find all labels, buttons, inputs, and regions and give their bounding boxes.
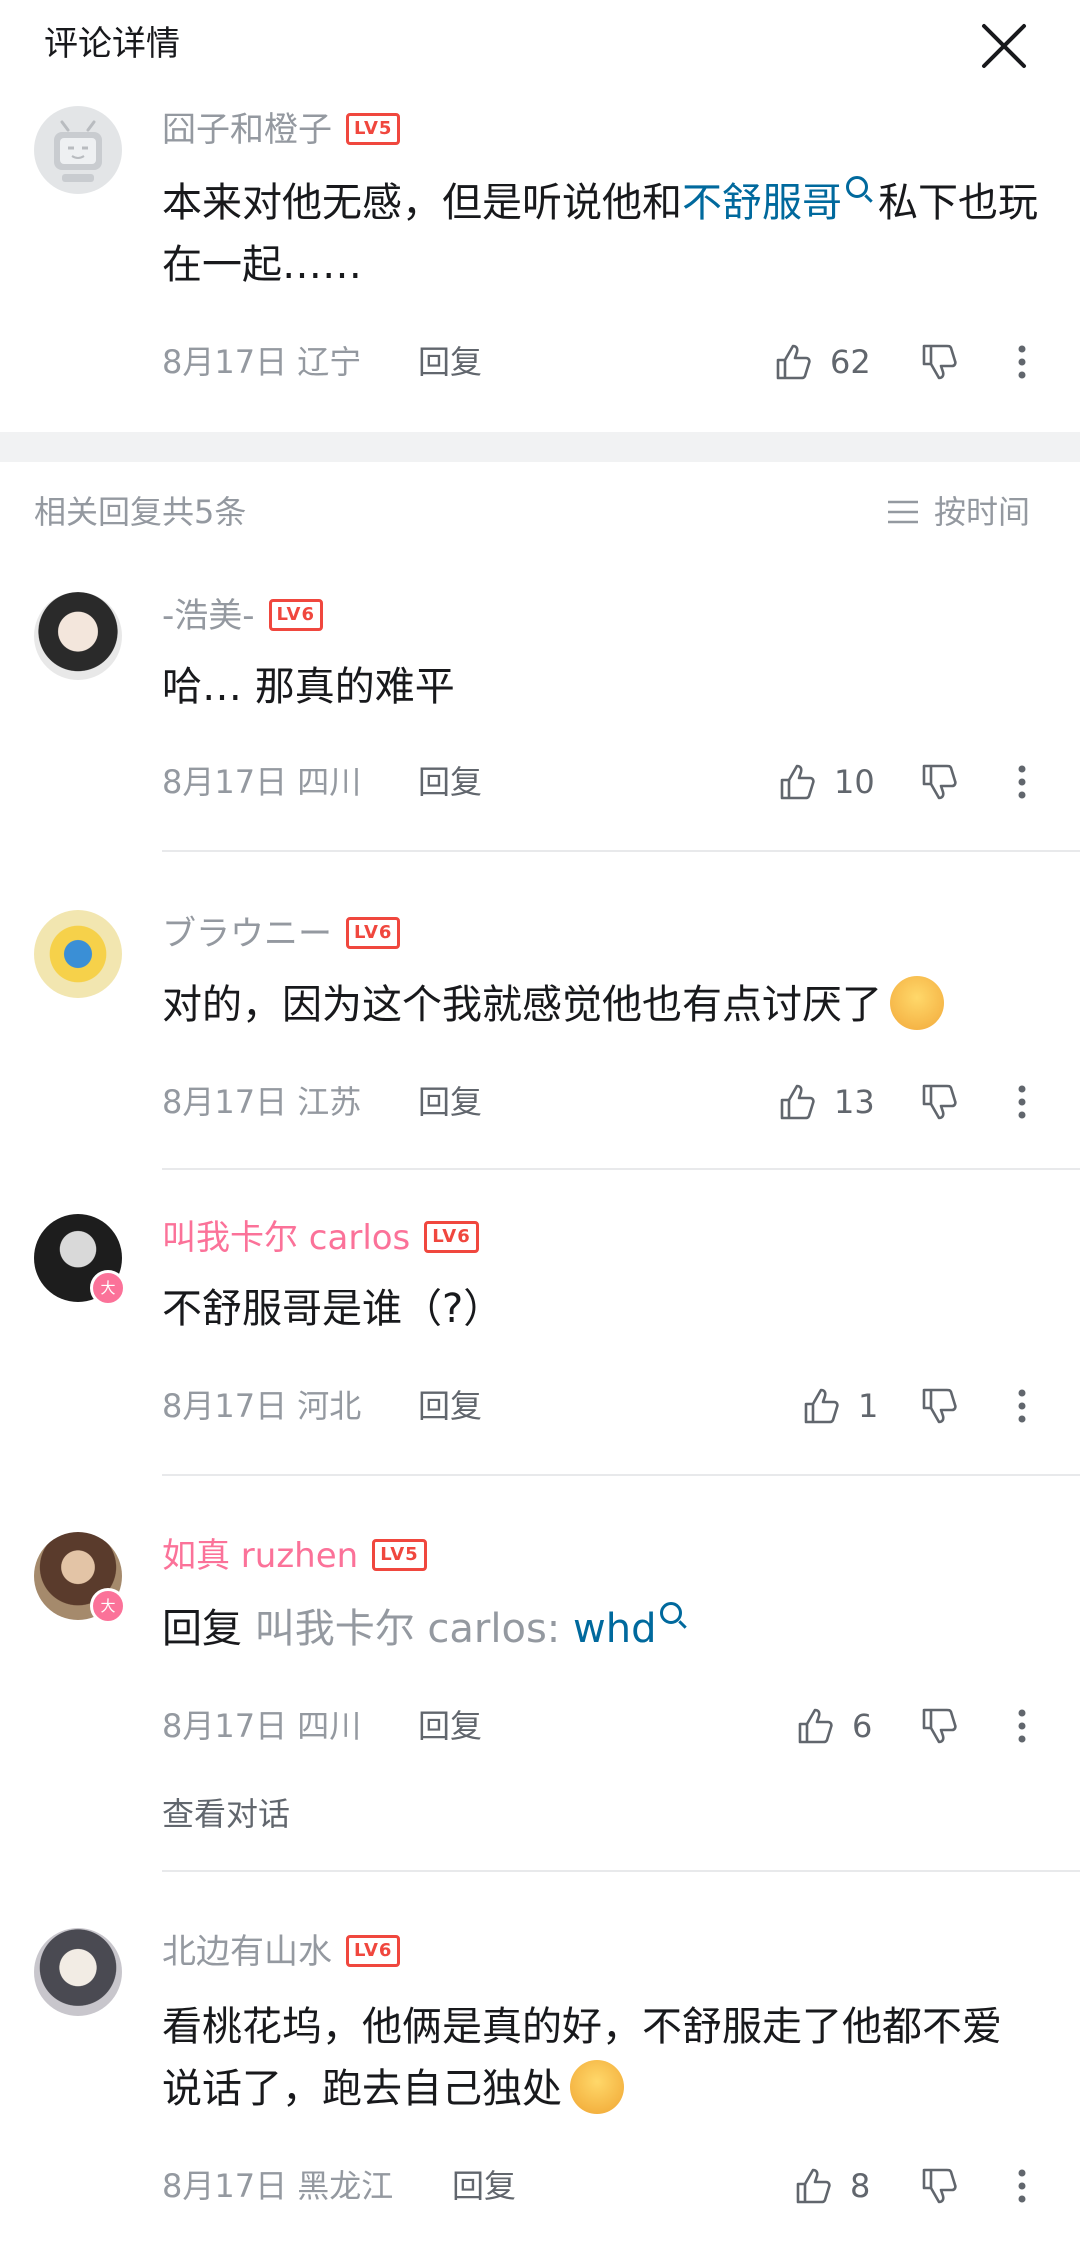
avatar[interactable] — [34, 592, 122, 680]
sweat-smile-emoji — [890, 976, 944, 1030]
search-icon — [846, 176, 868, 198]
mention[interactable]: 叫我卡尔 carlos: — [255, 1606, 561, 1652]
sort-icon — [888, 500, 918, 524]
level-badge: LV6 — [268, 598, 323, 631]
thumbs-up-icon — [780, 764, 815, 800]
reply-button[interactable]: 回复 — [418, 760, 482, 804]
like-count: 1 — [858, 1387, 879, 1425]
close-button[interactable] — [976, 18, 1032, 74]
comment-meta: 8月17日 黑龙江 — [162, 2167, 394, 2205]
reply-button[interactable]: 回复 — [418, 340, 482, 384]
like-count: 13 — [834, 1083, 875, 1121]
comment-content: 哈… 那真的难平 — [162, 664, 455, 710]
default-tv-avatar-icon — [54, 120, 102, 182]
comment-meta: 8月17日 辽宁 — [162, 343, 362, 381]
divider — [162, 1870, 1080, 1872]
like-button[interactable]: 62 — [772, 340, 871, 384]
divider — [162, 1168, 1080, 1170]
avatar[interactable] — [34, 106, 122, 194]
comment-meta: 8月17日 四川 — [162, 1707, 362, 1745]
thumbs-down-icon[interactable] — [918, 1704, 962, 1748]
level-badge: LV6 — [346, 916, 401, 949]
reply-button[interactable]: 回复 — [452, 2164, 516, 2208]
avatar[interactable] — [34, 1928, 122, 2016]
like-button[interactable]: 6 — [794, 1704, 872, 1748]
thumbs-up-icon — [798, 1708, 833, 1744]
section-divider — [0, 432, 1080, 462]
close-icon — [982, 24, 1026, 68]
like-button[interactable]: 1 — [800, 1384, 878, 1428]
crying-laugh-emoji — [570, 2060, 624, 2114]
comment-content: 看桃花坞，他俩是真的好，不舒服走了他都不爱说话了，跑去自己独处 — [162, 2004, 1002, 2114]
level-badge: LV5 — [372, 1538, 427, 1571]
thumbs-down-icon[interactable] — [918, 340, 962, 384]
comment-content: 回复 叫我卡尔 carlos: whd — [162, 1598, 1042, 1660]
username[interactable]: -浩美- LV6 — [162, 594, 323, 638]
like-count: 8 — [850, 2167, 871, 2205]
thumbs-up-icon — [776, 344, 811, 380]
thumbs-up-icon — [804, 1388, 839, 1424]
username[interactable]: 如真 ruzhen LV5 — [162, 1534, 427, 1578]
divider — [162, 1474, 1080, 1476]
keyword-link[interactable]: 不舒服哥 — [682, 180, 842, 226]
thumbs-up-icon — [780, 1084, 815, 1120]
like-button[interactable]: 10 — [776, 760, 875, 804]
avatar[interactable]: 大 — [34, 1532, 126, 1624]
comment-meta: 8月17日 江苏 — [162, 1083, 362, 1121]
search-icon — [660, 1602, 683, 1624]
avatar[interactable]: 大 — [34, 1214, 126, 1306]
reply-button[interactable]: 回复 — [418, 1080, 482, 1124]
comment-meta: 8月17日 河北 — [162, 1387, 362, 1425]
divider — [162, 850, 1080, 852]
sort-button[interactable]: 按时间 — [886, 490, 1030, 534]
level-badge: LV6 — [424, 1220, 479, 1253]
reply-button[interactable]: 回复 — [418, 1704, 482, 1748]
username[interactable]: 囧子和橙子 LV5 — [162, 108, 401, 152]
avatar[interactable] — [34, 910, 122, 998]
replies-count-title: 相关回复共5条 — [34, 493, 247, 531]
more-icon[interactable] — [1000, 340, 1044, 384]
comment-meta: 8月17日 四川 — [162, 763, 362, 801]
like-count: 62 — [830, 343, 871, 381]
more-icon[interactable] — [1000, 1384, 1044, 1428]
thumbs-down-icon[interactable] — [918, 1384, 962, 1428]
reply-button[interactable]: 回复 — [418, 1384, 482, 1428]
page-title: 评论详情 — [44, 24, 180, 64]
more-icon[interactable] — [1000, 1080, 1044, 1124]
comment-content: 不舒服哥是谁（?） — [162, 1286, 504, 1332]
keyword-link[interactable]: whd — [573, 1606, 656, 1652]
level-badge: LV5 — [346, 112, 401, 145]
view-conversation-link[interactable]: 查看对话 — [162, 1792, 290, 1836]
like-count: 10 — [834, 763, 875, 801]
username[interactable]: ブラウニー LV6 — [162, 912, 401, 956]
thumbs-down-icon[interactable] — [918, 2164, 962, 2208]
like-count: 6 — [852, 1707, 873, 1745]
username[interactable]: 叫我卡尔 carlos LV6 — [162, 1216, 479, 1260]
thumbs-down-icon[interactable] — [918, 760, 962, 804]
more-icon[interactable] — [1000, 2164, 1044, 2208]
comment-content: 本来对他无感，但是听说他和不舒服哥 私下也玩在一起…… — [162, 172, 1042, 296]
level-badge: LV6 — [346, 1934, 401, 1967]
like-button[interactable]: 8 — [792, 2164, 870, 2208]
more-icon[interactable] — [1000, 1704, 1044, 1748]
vip-badge: 大 — [90, 1270, 126, 1306]
like-button[interactable]: 13 — [776, 1080, 875, 1124]
comment-content: 对的，因为这个我就感觉他也有点讨厌了 — [162, 974, 1042, 1036]
vip-badge: 大 — [90, 1588, 126, 1624]
more-icon[interactable] — [1000, 760, 1044, 804]
thumbs-up-icon — [796, 2168, 831, 2204]
username[interactable]: 北边有山水 LV6 — [162, 1930, 401, 1974]
thumbs-down-icon[interactable] — [918, 1080, 962, 1124]
